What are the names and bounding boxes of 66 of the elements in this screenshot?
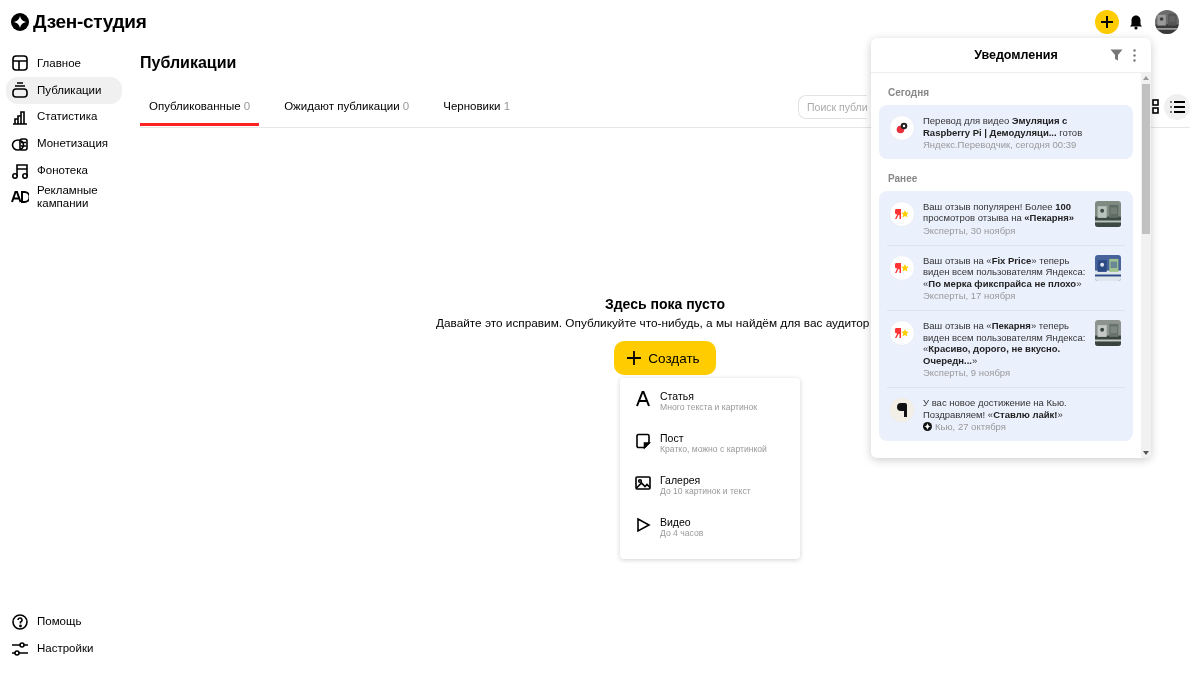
tab[interactable]: Черновики 1 [434, 88, 520, 126]
notification-item[interactable]: Ваш отзыв на «Пекарня» теперь виден всем пользователям Яндекса: «Красиво, дорого, не вкусно. Очередн...» Эксперты, 9 ноября [879, 309, 1133, 387]
notification-item[interactable]: Ваш отзыв популярен! Более 100 просмотров отзыва на «Пекарня» Эксперты, 30 ноября [879, 190, 1133, 245]
image-icon [634, 474, 652, 492]
notification-text: Перевод для видео Эмуляция с Raspberry Pi | Демодуляци... готов [923, 115, 1084, 139]
notification-text: Ваш отзыв на «Пекарня» теперь виден всем пользователям Яндекса: «Красиво, дорого, не вкусно. Очередн...» [923, 319, 1087, 367]
notification-meta: Эксперты, 9 ноября [923, 367, 1011, 379]
plus-icon [1100, 15, 1114, 29]
create-button[interactable] [1095, 10, 1119, 34]
notification-meta: Эксперты, 17 ноября [923, 290, 1016, 302]
sidebar-item[interactable]: Монетизация [6, 130, 122, 158]
sidebar-item[interactable]: Публикации [6, 76, 122, 104]
ad-icon [11, 191, 29, 204]
notification-item[interactable]: Перевод для видео Эмуляция с Raspberry Pi | Демодуляци... готов Яндекс.Переводчик, сегодня 00:39 [879, 105, 1133, 159]
sidebar-item[interactable]: Рекламные кампании [6, 184, 122, 211]
filter-icon [1110, 49, 1123, 61]
logo-icon [923, 422, 932, 432]
scroll-up-icon [1143, 76, 1149, 80]
scrollbar[interactable] [1141, 73, 1151, 458]
play-icon [634, 516, 652, 534]
menu-item[interactable]: Статья Много текста и картинок [620, 383, 800, 425]
sidebar-item[interactable]: Статистика [6, 103, 122, 131]
menu-item[interactable]: Пост Кратко, можно с картинкой [620, 425, 800, 467]
sidebar-item[interactable]: Помощь [6, 608, 122, 636]
logo-icon [11, 13, 29, 31]
page-title: Публикации [140, 54, 237, 73]
menu-item[interactable]: Видео До 4 часов [620, 509, 800, 551]
notification-meta: Эксперты, 30 ноября [923, 224, 1016, 237]
view-toggle[interactable] [1164, 93, 1190, 120]
sidebar-item[interactable]: Настройки [6, 635, 122, 662]
bell-icon [1129, 14, 1143, 30]
help-icon [11, 612, 29, 631]
notification-text: Ваш отзыв популярен! Более 100 просмотров отзыва на «Пекарня» [923, 200, 1076, 224]
letter-a-icon [634, 390, 652, 408]
plus-icon [626, 350, 643, 366]
section-label: Сегодня [888, 87, 930, 98]
brand-title: Дзен-студия [33, 11, 147, 33]
bar-chart-icon [11, 108, 29, 126]
search-field[interactable]: Поиск публи [798, 94, 867, 119]
sidebar-item[interactable]: Фонотека [6, 157, 122, 184]
notification-meta: Яндекс.Переводчик, сегодня 00:39 [923, 139, 1077, 151]
notification-text: У вас новое достижение на Кью. Поздравляем! «Ставлю лайк!» [923, 396, 1068, 421]
panel-title: Уведомления [973, 48, 1059, 62]
kebab-icon [1133, 48, 1136, 62]
layout-icon [11, 54, 29, 73]
menu-item[interactable]: Галерея До 10 картинок и текст [620, 467, 800, 509]
music-note-icon [11, 161, 29, 180]
grid-icon [1152, 99, 1159, 114]
section-label: Ранее [888, 172, 919, 184]
tab[interactable]: Опубликованные 0 [140, 88, 260, 126]
notification-item[interactable]: Ваш отзыв на «Fix Price» теперь виден всем пользователям Яндекса: «По мерка фикспрайса не плохо» Эксперты, 17 ноября [879, 244, 1133, 310]
notification-item[interactable]: У вас новое достижение на Кью. Поздравляем! «Ставлю лайк!» Кью, 27 октября [879, 386, 1133, 441]
notifications-button[interactable] [1127, 14, 1145, 30]
create-button[interactable]: Создать [614, 341, 716, 375]
empty-title: Здесь пока пусто [604, 296, 726, 312]
settings-icon [11, 639, 29, 658]
sidebar-item[interactable]: Главное [6, 50, 122, 77]
empty-message: Давайте это исправим. Опубликуйте что-нибудь, а мы найдём для вас аудитор [436, 316, 870, 330]
scroll-down-icon [1143, 451, 1149, 455]
tab[interactable]: Ожидают публикации 0 [275, 88, 419, 126]
list-icon [1168, 98, 1186, 115]
stack-icon [11, 81, 29, 100]
note-icon [634, 432, 652, 450]
notification-text: Ваш отзыв на «Fix Price» теперь виден всем пользователям Яндекса: «По мерка фикспрайса не плохо» [923, 254, 1087, 290]
avatar[interactable] [1155, 10, 1179, 34]
notification-meta: Кью, 27 октября [935, 421, 1006, 433]
